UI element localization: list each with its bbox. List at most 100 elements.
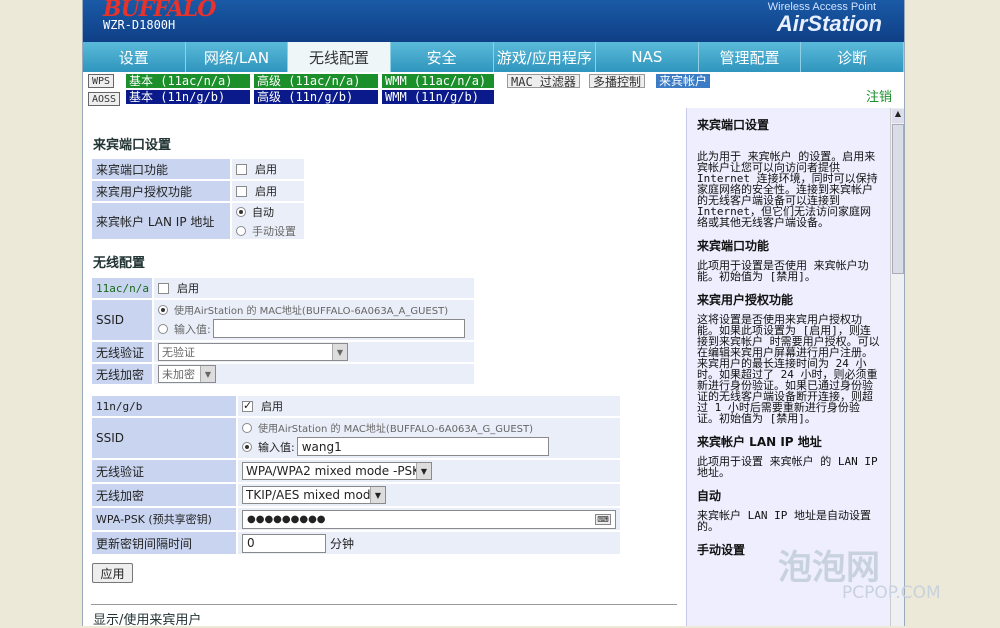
header: BUFFALO WZR-D1800H Wireless Access Point… [83, 0, 904, 42]
ip-auto-option: 自动 [236, 204, 274, 220]
tab-wireless[interactable]: 无线配置 [288, 42, 391, 72]
ac-enc-label: 无线加密 [91, 363, 153, 385]
help-text: 此项用于设置 来宾帐户 的 LAN IP 地址。 [697, 455, 878, 479]
ac-enc-select[interactable]: 未加密 ▼ [158, 365, 216, 383]
guest-auth-label: 来宾用户授权功能 [91, 180, 231, 202]
checkbox-label: 启用 [261, 400, 283, 413]
radio-label: 自动 [252, 205, 274, 219]
subtab-guest-account[interactable]: 来宾帐户 [656, 74, 711, 88]
tab-security[interactable]: 安全 [390, 42, 494, 72]
n-ssid-input-option: 输入值: wang1 [242, 437, 549, 456]
subtab-wmm-n[interactable]: WMM (11n/g/b) [382, 90, 494, 104]
n-auth-value: WPA/WPA2 mixed mode -PSK ▼ [237, 459, 621, 483]
help-text: 此项用于设置是否使用 来宾帐户功能。初始值为 [禁用]。 [697, 259, 869, 283]
n-enc-select[interactable]: TKIP/AES mixed mode ▼ [242, 486, 386, 504]
apply-button[interactable]: 应用 [92, 563, 133, 583]
select-value: 未加密 [162, 368, 195, 381]
subtab-basic-ac[interactable]: 基本 (11ac/n/a) [126, 74, 250, 88]
tab-network-lan[interactable]: 网络/LAN [185, 42, 289, 72]
tab-diagnostics[interactable]: 诊断 [801, 42, 904, 72]
scrollbar-thumb[interactable] [892, 124, 904, 274]
n-ssid-label: SSID [91, 417, 237, 459]
n-band-label: 11n/g/b [91, 395, 237, 417]
subtab-basic-n[interactable]: 基本 (11n/g/b) [126, 90, 250, 104]
n-auth-select[interactable]: WPA/WPA2 mixed mode -PSK ▼ [242, 462, 432, 480]
ac-ssid-input-radio[interactable] [158, 323, 168, 334]
ac-enable-value: 启用 [153, 277, 475, 299]
guest-auth-checkbox[interactable] [236, 185, 247, 197]
help-text: 这将设置是否使用来宾用户授权功能。如果此项设置为 [启用]，则连接到来宾帐户 时… [697, 313, 880, 425]
ac-enc-value: 未加密 ▼ [153, 363, 475, 385]
help-title: 来宾端口设置 [697, 118, 770, 132]
psk-masked: ●●●●●●●●● [247, 513, 326, 525]
radio-label: 输入值: [174, 322, 211, 336]
guest-port-func-row: 来宾端口功能 启用 [91, 158, 305, 180]
tab-admin[interactable]: 管理配置 [698, 42, 802, 72]
ac-ssid-label: SSID [91, 299, 153, 341]
subtab-wps[interactable]: WPS [88, 74, 115, 88]
ac-ssid-input[interactable] [212, 319, 465, 338]
n-auth-row: 无线验证 WPA/WPA2 mixed mode -PSK ▼ [91, 459, 621, 483]
wireless-title: 无线配置 [93, 256, 146, 271]
n-band-row: 11n/g/b 启用 [91, 395, 621, 417]
ac-ssid-row: SSID 使用AirStation 的 MAC地址(BUFFALO-6A063A… [91, 299, 475, 341]
radio-label: 手动设置 [252, 224, 296, 238]
n-rekey-value: 0 分钟 [237, 531, 621, 555]
guest-ip-value: 自动 手动设置 [231, 202, 305, 240]
n-psk-value: ●●●●●●●●● ⌨ [237, 507, 621, 531]
subtab-multicast[interactable]: 多播控制 [589, 74, 646, 89]
guest-port-func-value: 启用 [231, 158, 305, 180]
radio-label: 使用AirStation 的 MAC地址(BUFFALO-6A063A_G_GU… [258, 424, 534, 435]
logout-link[interactable]: 注销 [866, 86, 892, 105]
checkbox-label: 启用 [255, 185, 277, 198]
ac-enc-row: 无线加密 未加密 ▼ [91, 363, 475, 385]
ac-auth-row: 无线验证 无验证 ▼ [91, 341, 475, 363]
ac-auth-select[interactable]: 无验证 ▼ [158, 343, 348, 361]
rekey-unit: 分钟 [330, 536, 355, 551]
n-rekey-label: 更新密钥间隔时间 [91, 531, 237, 555]
tab-games-apps[interactable]: 游戏/应用程序 [493, 42, 597, 72]
n-rekey-row: 更新密钥间隔时间 0 分钟 [91, 531, 621, 555]
guest-ip-label: 来宾帐户 LAN IP 地址 [91, 202, 231, 240]
subtab-wmm-ac[interactable]: WMM (11ac/n/a) [382, 74, 494, 88]
chevron-down-icon: ▼ [332, 344, 347, 360]
select-value: TKIP/AES mixed mode [246, 488, 378, 502]
chevron-down-icon: ▼ [370, 487, 385, 503]
help-text: 来宾帐户 LAN IP 地址是自动设置的。 [697, 509, 871, 533]
n-ssid-mac-radio[interactable] [242, 422, 252, 433]
n-enable-checkbox[interactable] [242, 399, 253, 412]
chevron-down-icon: ▼ [416, 463, 431, 479]
keyboard-icon[interactable]: ⌨ [595, 513, 611, 525]
subtab-mac-filter[interactable]: MAC 过滤器 [507, 74, 580, 89]
n-ssid-value: 使用AirStation 的 MAC地址(BUFFALO-6A063A_G_GU… [237, 417, 621, 459]
scroll-up-icon[interactable]: ▲ [892, 109, 904, 123]
ip-manual-radio[interactable] [236, 225, 246, 236]
ac-enable-checkbox[interactable] [158, 282, 169, 294]
ac-ssid-value: 使用AirStation 的 MAC地址(BUFFALO-6A063A_A_GU… [153, 299, 475, 341]
rekey-input[interactable]: 0 [242, 533, 326, 553]
watermark-url: PCPOP.COM [842, 583, 941, 603]
n-enc-label: 无线加密 [91, 483, 237, 507]
guest-port-enable-checkbox[interactable] [236, 163, 247, 175]
psk-input[interactable]: ●●●●●●●●● ⌨ [242, 509, 616, 529]
guest-auth-row: 来宾用户授权功能 启用 [91, 180, 305, 202]
help-scrollbar[interactable]: ▲ [890, 108, 904, 626]
guest-ip-row: 来宾帐户 LAN IP 地址 自动 手动设置 [91, 202, 305, 240]
subtab-advanced-n[interactable]: 高级 (11n/g/b) [254, 90, 378, 104]
guest-port-func-label: 来宾端口功能 [91, 158, 231, 180]
n-ssid-input-radio[interactable] [242, 441, 252, 452]
ac-ssid-input-option: 输入值: [158, 319, 465, 338]
ip-auto-radio[interactable] [236, 206, 246, 217]
tab-nas[interactable]: NAS [596, 42, 699, 72]
select-value: WPA/WPA2 mixed mode -PSK [246, 464, 421, 478]
tab-setup[interactable]: 设置 [83, 42, 186, 72]
checkbox-label: 启用 [177, 282, 199, 295]
ac-band-label: 11ac/n/a [91, 277, 153, 299]
subtab-aoss[interactable]: AOSS [88, 92, 121, 106]
radio-label: 使用AirStation 的 MAC地址(BUFFALO-6A063A_A_GU… [174, 306, 449, 317]
watermark-text: 泡泡网 [778, 548, 880, 588]
n-ssid-input[interactable]: wang1 [296, 437, 549, 456]
ac-ssid-mac-radio[interactable] [158, 304, 168, 315]
subtab-advanced-ac[interactable]: 高级 (11ac/n/a) [254, 74, 378, 88]
sub-nav: WPS 基本 (11ac/n/a) 高级 (11ac/n/a) WMM (11a… [83, 72, 904, 108]
